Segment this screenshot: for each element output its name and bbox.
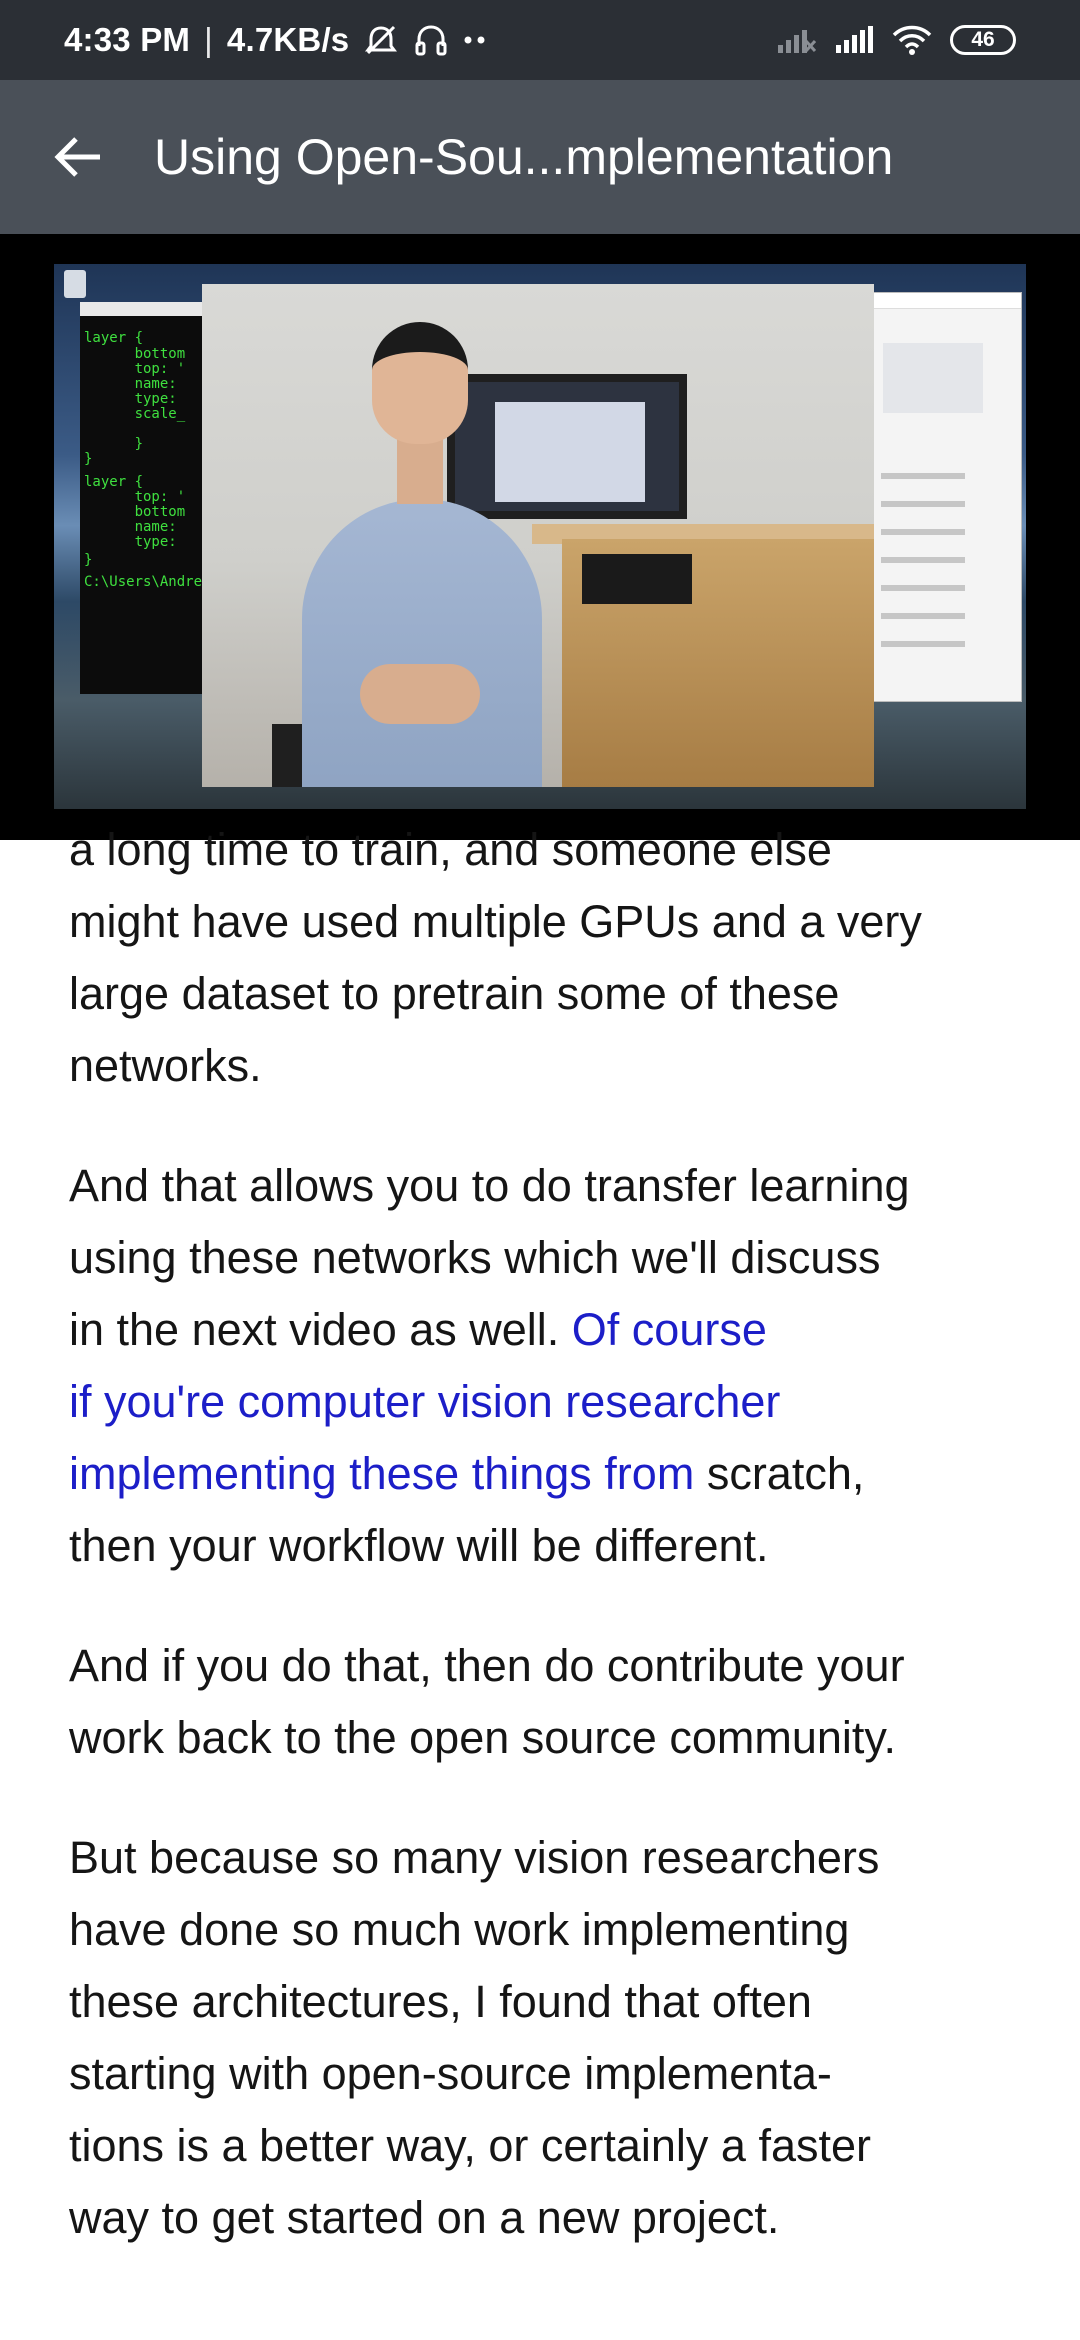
status-time: 4:33 PM (64, 21, 191, 58)
transcript-line: networks. (69, 1040, 262, 1091)
transcript-line: And if you do that, then do contribute y… (69, 1640, 905, 1691)
transcript-line: might have used multiple GPUs and a very (69, 896, 922, 947)
transcript-line: But because so many vision researchers (69, 1832, 880, 1883)
transcript-line: starting with open-source implementa- (69, 2048, 832, 2099)
transcript-current-text[interactable]: Of course (572, 1304, 767, 1355)
code-line: C:\Users\Andre (84, 574, 203, 590)
transcript-text: scratch, (694, 1448, 865, 1499)
code-line: top: ' (84, 489, 186, 505)
monitor (447, 374, 687, 519)
transcript: a long time to train, and someone else m… (69, 824, 1029, 2302)
battery-icon: 46 (950, 25, 1016, 55)
transcript-line: tions is a better way, or certainly a fa… (69, 2120, 872, 2171)
code-line: name: (84, 376, 177, 392)
code-line: name: (84, 519, 177, 535)
code-line: } (84, 436, 144, 452)
transcript-paragraph: a long time to train, and someone else m… (69, 814, 1029, 1102)
headset-icon (413, 22, 449, 58)
transcript-line: And that allows you to do transfer learn… (69, 1160, 910, 1211)
code-line: layer { (84, 330, 144, 346)
app-bar: Using Open-Sou...mplementation (0, 80, 1080, 234)
presenter-head (372, 322, 468, 444)
more-dots-icon (463, 34, 487, 46)
status-left: 4:33 PM | 4.7KB/s (64, 21, 487, 59)
alarm-off-icon (363, 22, 399, 58)
status-bar: 4:33 PM | 4.7KB/s 46 (0, 0, 1080, 80)
transcript-line: have done so much work implementing (69, 1904, 850, 1955)
back-button[interactable] (38, 117, 118, 197)
code-line: } (84, 552, 93, 568)
transcript-line: in the next video as well. Of course (69, 1294, 1029, 1366)
video-frame: layer { bottom top: ' name: type: scale_… (54, 264, 1026, 809)
status-separator: | (204, 21, 213, 58)
transcript-line: implementing these things from scratch, (69, 1438, 1029, 1510)
transcript-line: using these networks which we'll discuss (69, 1232, 881, 1283)
code-line: bottom (84, 504, 186, 520)
signal-weak-icon (776, 25, 816, 55)
transcript-line: then your workflow will be different. (69, 1520, 769, 1571)
status-net-speed: 4.7KB/s (226, 21, 350, 58)
code-line: bottom (84, 346, 186, 362)
code-line: scale_ (84, 406, 186, 422)
transcript-current-text[interactable]: if you're computer vision researcher (69, 1366, 1029, 1438)
code-line: type: (84, 534, 177, 550)
transcript-paragraph: And if you do that, then do contribute y… (69, 1630, 1029, 1774)
transcript-paragraph: And that allows you to do transfer learn… (69, 1150, 1029, 1582)
code-line: } (84, 451, 93, 467)
transcript-line: work back to the open source community. (69, 1712, 897, 1763)
code-line: top: ' (84, 361, 186, 377)
page-title: Using Open-Sou...mplementation (154, 129, 894, 185)
wifi-icon (892, 24, 932, 56)
transcript-current-text[interactable]: implementing these things from (69, 1448, 694, 1499)
transcript-text: in the next video as well. (69, 1304, 572, 1355)
transcript-line: large dataset to pretrain some of these (69, 968, 840, 1019)
recycle-bin-icon (64, 270, 86, 298)
transcript-line: way to get started on a new project. (69, 2192, 780, 2243)
status-right: 46 (776, 24, 1016, 56)
presenter-video (202, 284, 874, 787)
code-line: type: (84, 391, 177, 407)
document-window (872, 292, 1022, 702)
code-line: layer { (84, 474, 144, 490)
arrow-back-icon (54, 137, 100, 177)
transcript-line: these architectures, I found that often (69, 1976, 812, 2027)
video-player[interactable]: layer { bottom top: ' name: type: scale_… (0, 234, 1080, 840)
signal-icon (834, 25, 874, 55)
presenter-body (302, 499, 542, 787)
battery-level: 46 (971, 28, 995, 51)
transcript-line: a long time to train, and someone else (69, 824, 832, 875)
transcript-paragraph: But because so many vision researchers h… (69, 1822, 1029, 2254)
